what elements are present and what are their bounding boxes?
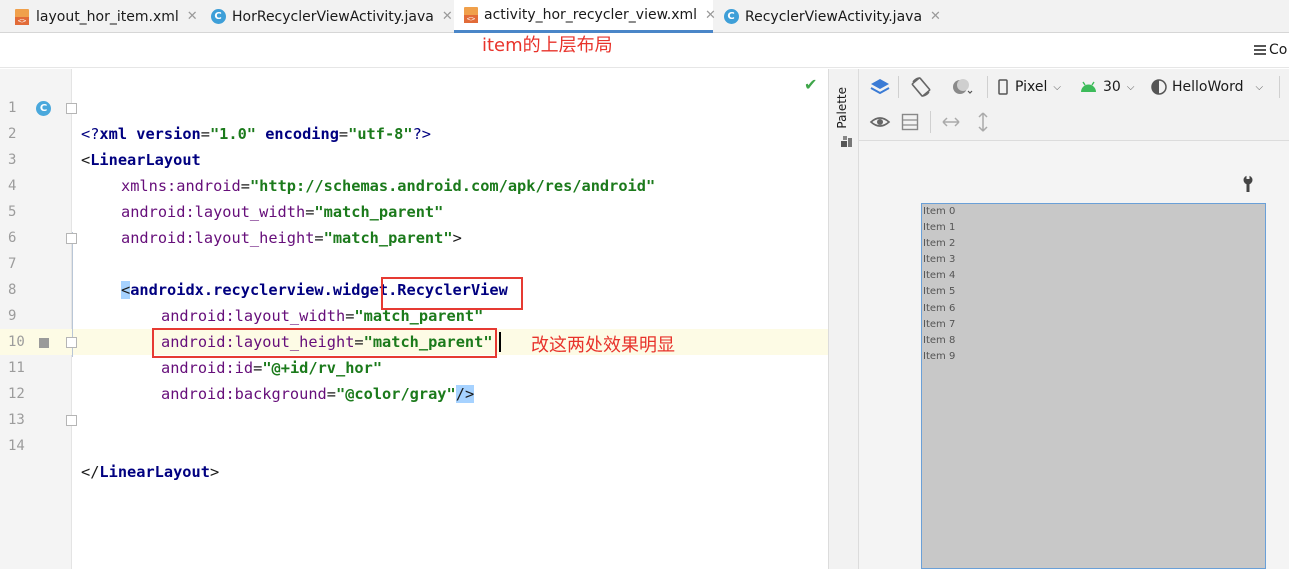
lines-icon — [1254, 45, 1266, 55]
toolbar-separator — [930, 111, 931, 133]
xml-file-icon: <> — [464, 7, 478, 23]
tab-label: HorRecyclerViewActivity.java — [232, 8, 434, 25]
vertical-resize-icon[interactable] — [976, 111, 990, 133]
code-token: </ — [81, 463, 100, 481]
close-icon[interactable]: ✕ — [705, 8, 716, 23]
code-line: 2 <LinearLayout — [0, 95, 828, 169]
layout-design-panel: Pixel ⌵ 30 ⌵ HelloWord ⌵ Item 0 Item 1 I… — [859, 69, 1289, 569]
palette-sidebar[interactable]: Palette — [828, 69, 859, 569]
wrench-icon[interactable] — [1240, 175, 1256, 193]
text-caret — [499, 332, 501, 352]
preview-list-item: Item 4 — [923, 270, 956, 282]
preview-list-item: Item 5 — [923, 286, 956, 298]
code-line: 3 xmlns:android="http://schemas.android.… — [0, 121, 828, 195]
phone-icon — [998, 79, 1008, 95]
toolbar-separator — [1279, 76, 1280, 98]
tab-layout-hor-item[interactable]: <> layout_hor_item.xml ✕ — [14, 0, 198, 33]
theme-label: HelloWord — [1172, 79, 1244, 95]
preview-list-item: Item 7 — [923, 318, 956, 330]
preview-list-item: Item 3 — [923, 254, 956, 266]
java-class-icon: C — [210, 9, 226, 25]
toolbar-separator — [898, 76, 899, 98]
api-level-label: 30 — [1103, 79, 1121, 95]
chevron-down-icon: ⌵ — [1255, 81, 1264, 93]
device-label: Pixel — [1015, 79, 1048, 95]
editor-tab-bar: <> layout_hor_item.xml ✕ C HorRecyclerVi… — [0, 0, 1289, 33]
blueprint-icon[interactable] — [901, 113, 919, 131]
preview-list-item: Item 1 — [923, 222, 956, 234]
code-line: 1 <?xml version="1.0" encoding="utf-8"?> — [0, 69, 828, 143]
code-line: 5 android:layout_height="match_parent"> — [0, 173, 828, 247]
device-preview[interactable]: Item 0 Item 1 Item 2 Item 3 Item 4 Item … — [921, 203, 1266, 569]
code-line: 7 <androidx.recyclerview.widget.Recycler… — [0, 225, 828, 299]
orientation-icon[interactable] — [910, 76, 932, 98]
preview-list-item: Item 9 — [923, 350, 956, 362]
code-line: 8 android:layout_width="match_parent" — [0, 251, 828, 325]
code-editor[interactable]: C ✔ 1 <?xml version="1.0" encoding="utf-… — [0, 69, 828, 569]
tab-label: RecyclerViewActivity.java — [745, 8, 923, 25]
palette-label[interactable]: Palette — [835, 87, 849, 129]
code-mode-label: Co — [1269, 42, 1288, 58]
preview-list-item: Item 2 — [923, 238, 956, 250]
annotation-box-background — [152, 328, 497, 358]
code-line: 6 — [0, 199, 828, 246]
tab-recycler-view-activity[interactable]: C RecyclerViewActivity.java ✕ — [723, 0, 941, 33]
xml-file-icon: <> — [14, 8, 30, 25]
tab-activity-hor-recycler-view[interactable]: <> activity_hor_recycler_view.xml ✕ — [454, 0, 716, 33]
palette-tool-icon[interactable] — [840, 135, 853, 148]
tab-label: activity_hor_recycler_view.xml — [484, 7, 698, 23]
preview-list-item: Item 0 — [923, 206, 956, 217]
device-dropdown[interactable]: Pixel ⌵ — [998, 79, 1061, 95]
chevron-down-icon: ⌵ — [1126, 81, 1135, 93]
annotation-top: item的上层布局 — [482, 35, 613, 56]
api-level-dropdown[interactable]: 30 ⌵ — [1080, 79, 1134, 95]
layers-icon[interactable] — [869, 77, 891, 97]
preview-list-item: Item 6 — [923, 302, 956, 314]
tab-label: layout_hor_item.xml — [36, 8, 179, 25]
theme-dropdown[interactable]: HelloWord ⌵ — [1151, 79, 1263, 95]
code-line: 14 </LinearLayout> — [0, 407, 828, 481]
close-icon[interactable]: ✕ — [930, 9, 941, 24]
design-toolbar: Pixel ⌵ 30 ⌵ HelloWord ⌵ — [859, 69, 1289, 141]
toolbar-separator — [987, 76, 988, 98]
close-icon[interactable]: ✕ — [442, 9, 453, 24]
java-class-icon: C — [723, 9, 739, 25]
tab-hor-recycler-view-activity[interactable]: C HorRecyclerViewActivity.java ✕ — [210, 0, 453, 33]
annotation-box-height — [381, 277, 523, 310]
theme-icon — [1151, 79, 1167, 95]
annotation-middle: 改这两处效果明显 — [531, 335, 675, 356]
editor-mode-strip: Co — [0, 34, 1289, 68]
code-mode-button[interactable]: Co — [1254, 42, 1287, 58]
code-line: 13 — [0, 381, 828, 428]
code-token: LinearLayout — [99, 463, 210, 481]
line-number: 14 — [8, 438, 25, 454]
android-icon — [1081, 81, 1096, 92]
horizontal-resize-icon[interactable] — [941, 115, 961, 129]
eye-icon[interactable] — [869, 113, 891, 131]
preview-list-item: Item 8 — [923, 334, 956, 346]
code-line: 4 android:layout_width="match_parent" — [0, 147, 828, 221]
night-mode-icon[interactable] — [950, 77, 974, 97]
chevron-down-icon: ⌵ — [1053, 81, 1061, 93]
close-icon[interactable]: ✕ — [187, 9, 198, 24]
code-token: > — [209, 463, 220, 481]
code-line: 12 — [0, 355, 828, 402]
ide-window: <> layout_hor_item.xml ✕ C HorRecyclerVi… — [0, 0, 1289, 569]
